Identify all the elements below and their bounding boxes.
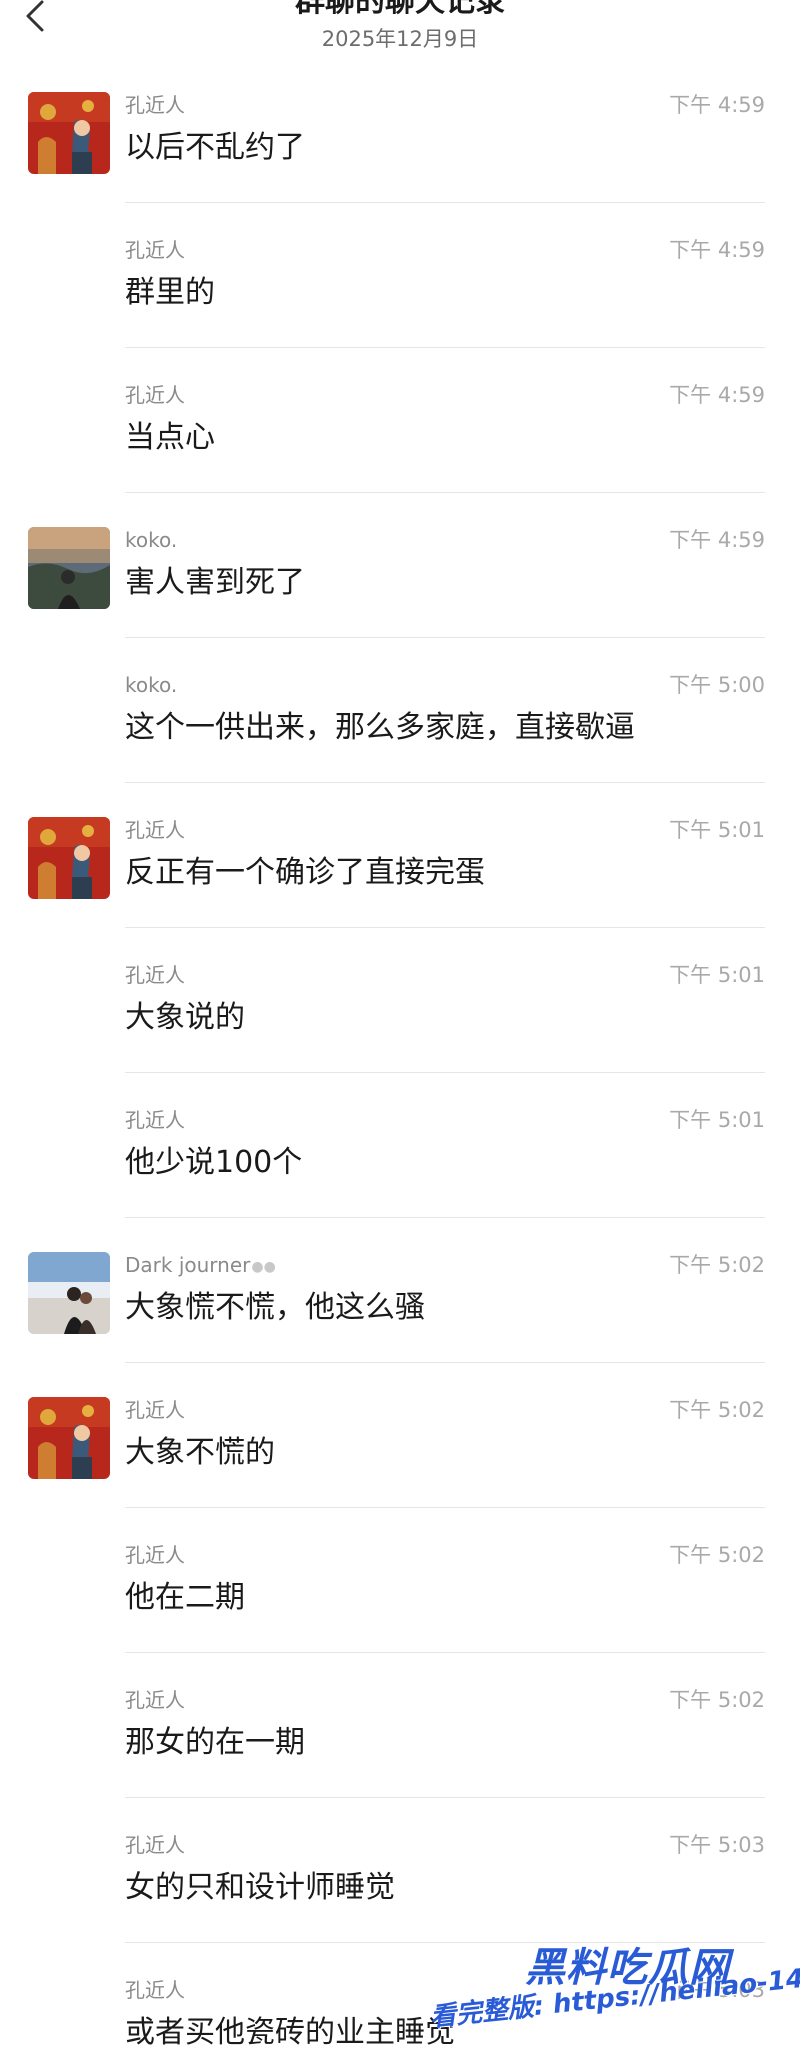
sender-name-text: Dark journer [125, 1253, 251, 1277]
page-title: 群聊的聊天记录 [295, 0, 505, 19]
message-item[interactable]: koko. 下午 4:59 害人害到死了 [0, 527, 800, 672]
message-text: 当点心 [125, 420, 215, 455]
message-text: 大象不慌的 [125, 1435, 275, 1470]
divider [125, 927, 765, 928]
message-time: 下午 4:59 [669, 528, 765, 552]
sender-name: 孔近人 [125, 1978, 185, 2002]
message-item[interactable]: 孔近人 下午 5:02 那女的在一期 [0, 1687, 800, 1832]
sender-name: 孔近人 [125, 963, 185, 987]
message-time: 下午 5:01 [669, 963, 765, 987]
chat-header: 群聊的聊天记录 2025年12月9日 [0, 0, 800, 60]
message-time: 下午 4:59 [669, 383, 765, 407]
message-text: 那女的在一期 [125, 1725, 305, 1760]
message-item[interactable]: 孔近人 下午 5:02 大象不慌的 [0, 1397, 800, 1542]
message-time: 下午 4:59 [669, 93, 765, 117]
message-item[interactable]: koko. 下午 5:00 这个一供出来，那么多家庭，直接歇逼 [0, 672, 800, 817]
divider [125, 1217, 765, 1218]
message-text: 或者买他瓷砖的业主睡觉 [125, 2015, 455, 2050]
sender-name: Dark journer●● [125, 1252, 276, 1280]
avatar[interactable] [28, 527, 110, 609]
message-text: 群里的 [125, 275, 215, 310]
divider [125, 1797, 765, 1798]
avatar[interactable] [28, 1397, 110, 1479]
message-item[interactable]: 孔近人 下午 4:59 当点心 [0, 382, 800, 527]
divider [125, 637, 765, 638]
message-item[interactable]: 孔近人 下午 5:02 他在二期 [0, 1542, 800, 1687]
message-time: 下午 5:02 [669, 1398, 765, 1422]
sender-name: koko. [125, 528, 178, 552]
divider [125, 1652, 765, 1653]
message-time: 下午 5:00 [669, 673, 765, 697]
message-text: 反正有一个确诊了直接完蛋 [125, 855, 485, 890]
message-time: 下午 5:01 [669, 818, 765, 842]
message-item[interactable]: 孔近人 下午 4:59 群里的 [0, 237, 800, 382]
sender-name: 孔近人 [125, 1688, 185, 1712]
status-dots-icon: ●● [251, 1258, 276, 1275]
watermark: 黑料吃瓜网 看完整版: https://heiliao-14.com [429, 1935, 800, 2072]
sender-name: 孔近人 [125, 93, 185, 117]
divider [125, 347, 765, 348]
message-time: 下午 5:02 [669, 1543, 765, 1567]
sender-name: 孔近人 [125, 818, 185, 842]
message-item[interactable]: 孔近人 下午 5:01 大象说的 [0, 962, 800, 1107]
message-time: 下午 5:01 [669, 1108, 765, 1132]
sender-name: 孔近人 [125, 1398, 185, 1422]
message-time: 下午 4:59 [669, 238, 765, 262]
sender-name: 孔近人 [125, 1543, 185, 1567]
divider [125, 492, 765, 493]
sender-name: koko. [125, 673, 178, 697]
sender-name: 孔近人 [125, 238, 185, 262]
avatar[interactable] [28, 817, 110, 899]
sender-name: 孔近人 [125, 1833, 185, 1857]
sender-name: 孔近人 [125, 383, 185, 407]
avatar[interactable] [28, 92, 110, 174]
divider [125, 1507, 765, 1508]
message-text: 女的只和设计师睡觉 [125, 1870, 395, 1905]
divider [125, 202, 765, 203]
message-item[interactable]: 孔近人 下午 5:01 他少说100个 [0, 1107, 800, 1252]
divider [125, 1362, 765, 1363]
message-item[interactable]: Dark journer●● 下午 5:02 大象慌不慌，他这么骚 [0, 1252, 800, 1397]
divider [125, 782, 765, 783]
message-item[interactable]: 孔近人 下午 4:59 以后不乱约了 [0, 92, 800, 237]
message-time: 下午 5:02 [669, 1688, 765, 1712]
message-time: 下午 5:03 [669, 1833, 765, 1857]
chat-date: 2025年12月9日 [321, 27, 479, 51]
message-text: 大象慌不慌，他这么骚 [125, 1290, 425, 1325]
message-time: 下午 5:02 [669, 1253, 765, 1277]
message-text: 这个一供出来，那么多家庭，直接歇逼 [125, 710, 635, 745]
message-text: 以后不乱约了 [125, 130, 305, 165]
message-text: 大象说的 [125, 1000, 245, 1035]
message-text: 他在二期 [125, 1580, 245, 1615]
message-text: 害人害到死了 [125, 565, 305, 600]
divider [125, 1072, 765, 1073]
message-text: 他少说100个 [125, 1145, 303, 1180]
avatar[interactable] [28, 1252, 110, 1334]
sender-name: 孔近人 [125, 1108, 185, 1132]
message-item[interactable]: 孔近人 下午 5:01 反正有一个确诊了直接完蛋 [0, 817, 800, 962]
